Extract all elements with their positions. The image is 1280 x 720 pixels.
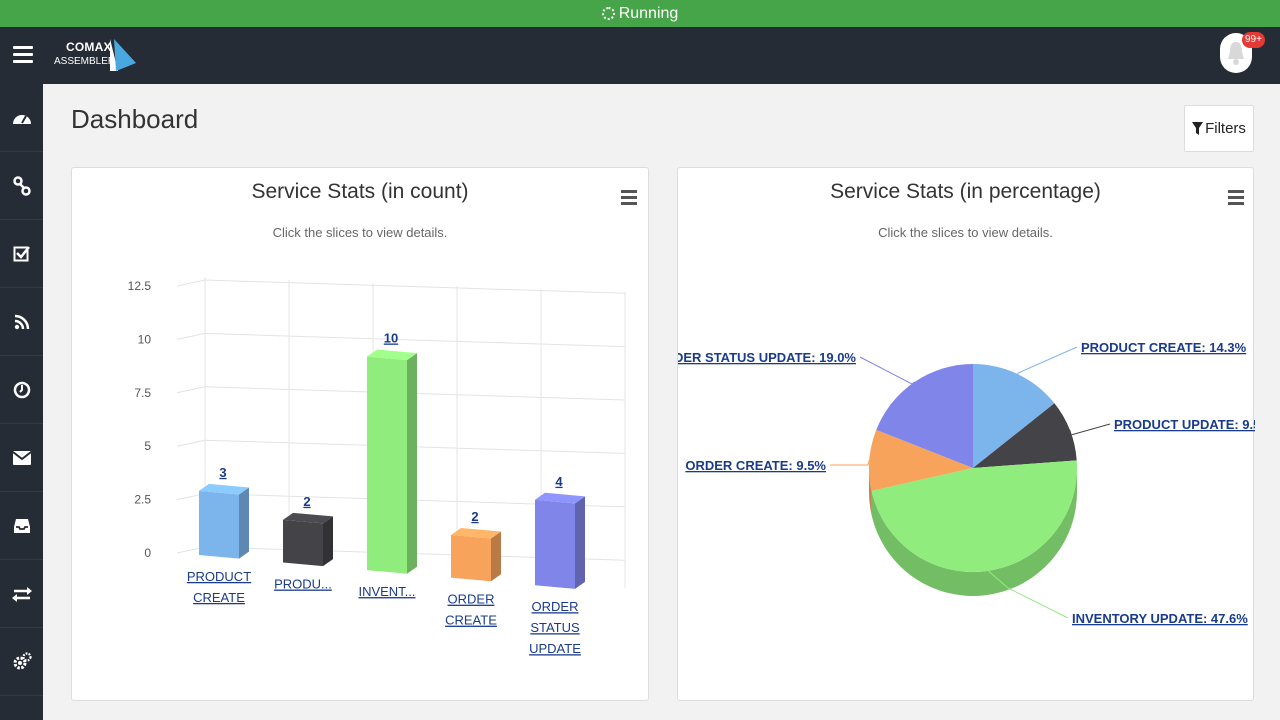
pie-chart: PRODUCT CREATE: 14.3% PRODUCT UPDATE: 9.5… <box>678 340 1255 626</box>
bar-side-face[interactable] <box>323 516 333 567</box>
pie-connector-line <box>859 356 915 385</box>
x-category-label[interactable]: PRODUCT <box>187 569 251 584</box>
sidebar-item-settings[interactable] <box>0 628 43 696</box>
notification-count-badge: 99+ <box>1242 32 1265 48</box>
pie-chart-card: Service Stats (in percentage) Click the … <box>677 167 1255 701</box>
transfer-arrows-icon <box>11 586 32 602</box>
bar-chart: 0 2.5 5 7.5 10 12.5 3 PRODUCT CREATE 2 PRODU... 10 I… <box>128 277 626 656</box>
logo-text-primary: COMAX <box>66 40 112 54</box>
status-text: Running <box>618 4 679 22</box>
dashboard-gauge-icon <box>12 114 31 124</box>
pie-connector-line <box>1017 346 1078 375</box>
pie-data-label[interactable]: INVENTORY UPDATE: 47.6% <box>1072 611 1248 626</box>
bar-side-face[interactable] <box>491 531 501 582</box>
top-navbar: COMAX ASSEMBLER 99+ <box>0 27 1280 84</box>
pie-data-label[interactable]: ORDER STATUS UPDATE: 19.0% <box>678 350 856 365</box>
bar-4[interactable] <box>451 527 501 582</box>
link-icon <box>12 175 31 196</box>
bar-front-face[interactable] <box>367 356 407 574</box>
pie-data-label[interactable]: ORDER CREATE: 9.5% <box>685 458 826 473</box>
pie-data-label[interactable]: PRODUCT CREATE: 14.3% <box>1081 340 1247 355</box>
bar-side-face[interactable] <box>239 487 249 559</box>
pie-connector-line <box>1069 423 1111 436</box>
bar-front-face[interactable] <box>283 519 323 567</box>
menu-toggle-icon[interactable] <box>13 46 33 63</box>
bar-1[interactable] <box>199 483 249 559</box>
sidebar-item-transfers[interactable] <box>0 560 43 628</box>
bar-front-face[interactable] <box>535 499 575 589</box>
pie-data-label[interactable]: PRODUCT UPDATE: 9.5% <box>1114 417 1255 432</box>
sidebar-item-dashboard[interactable] <box>0 84 43 152</box>
settings-gears-icon <box>13 651 32 669</box>
sidebar-item-links[interactable] <box>0 152 43 220</box>
app-logo[interactable]: COMAX ASSEMBLER <box>52 37 142 77</box>
task-check-icon <box>13 245 30 261</box>
rss-feed-icon <box>14 314 29 329</box>
y-tick-label: 0 <box>144 546 151 560</box>
filters-label: Filters <box>1205 120 1246 137</box>
bar-2[interactable] <box>283 512 333 567</box>
page-title: Dashboard <box>71 104 199 134</box>
inbox-icon <box>13 518 30 533</box>
spinner-icon <box>601 7 615 20</box>
x-category-label[interactable]: STATUS <box>530 620 580 635</box>
x-category-label[interactable]: PRODU... <box>274 577 332 592</box>
bar-value-label[interactable]: 2 <box>471 509 478 524</box>
y-tick-label: 12.5 <box>128 279 152 293</box>
sidebar-item-inbox[interactable] <box>0 492 43 560</box>
bar-5[interactable] <box>535 492 585 589</box>
y-tick-label: 10 <box>138 332 152 346</box>
x-category-label[interactable]: INVENT... <box>358 584 415 599</box>
y-tick-label: 5 <box>144 439 151 453</box>
bar-side-face[interactable] <box>575 496 585 589</box>
x-category-label[interactable]: UPDATE <box>529 641 581 656</box>
pie-connector-line <box>830 459 870 466</box>
bar-value-label[interactable]: 2 <box>303 494 310 509</box>
y-tick-label: 2.5 <box>134 493 151 507</box>
x-category-label[interactable]: ORDER <box>448 592 495 607</box>
x-category-label[interactable]: CREATE <box>193 590 245 605</box>
x-category-label[interactable]: ORDER <box>532 599 579 614</box>
x-category-label[interactable]: CREATE <box>445 613 497 628</box>
bar-chart-card: Service Stats (in count) Click the slice… <box>71 167 649 701</box>
sidebar-nav <box>0 84 43 720</box>
filters-button[interactable]: Filters <box>1184 105 1254 152</box>
grid-line <box>176 332 626 348</box>
bar-front-face[interactable] <box>451 534 491 582</box>
running-status-bar: Running <box>0 0 1280 27</box>
clock-icon <box>13 381 30 398</box>
y-tick-label: 7.5 <box>134 386 151 400</box>
sidebar-item-mail[interactable] <box>0 424 43 492</box>
grid-line <box>176 279 626 294</box>
bar-value-label[interactable]: 10 <box>384 331 398 346</box>
bar-front-face[interactable] <box>199 490 239 559</box>
logo-text-secondary: ASSEMBLER <box>54 56 116 67</box>
sidebar-item-schedule[interactable] <box>0 356 43 424</box>
sidebar-item-feeds[interactable] <box>0 288 43 356</box>
bar-value-label[interactable]: 3 <box>219 465 226 480</box>
logo-sail-icon <box>110 39 136 71</box>
mail-icon <box>11 450 32 465</box>
bar-side-face[interactable] <box>407 353 417 574</box>
bar-3[interactable] <box>367 349 417 574</box>
bar-value-label[interactable]: 4 <box>555 474 563 489</box>
funnel-icon <box>1192 121 1204 135</box>
sidebar-item-tasks[interactable] <box>0 220 43 288</box>
